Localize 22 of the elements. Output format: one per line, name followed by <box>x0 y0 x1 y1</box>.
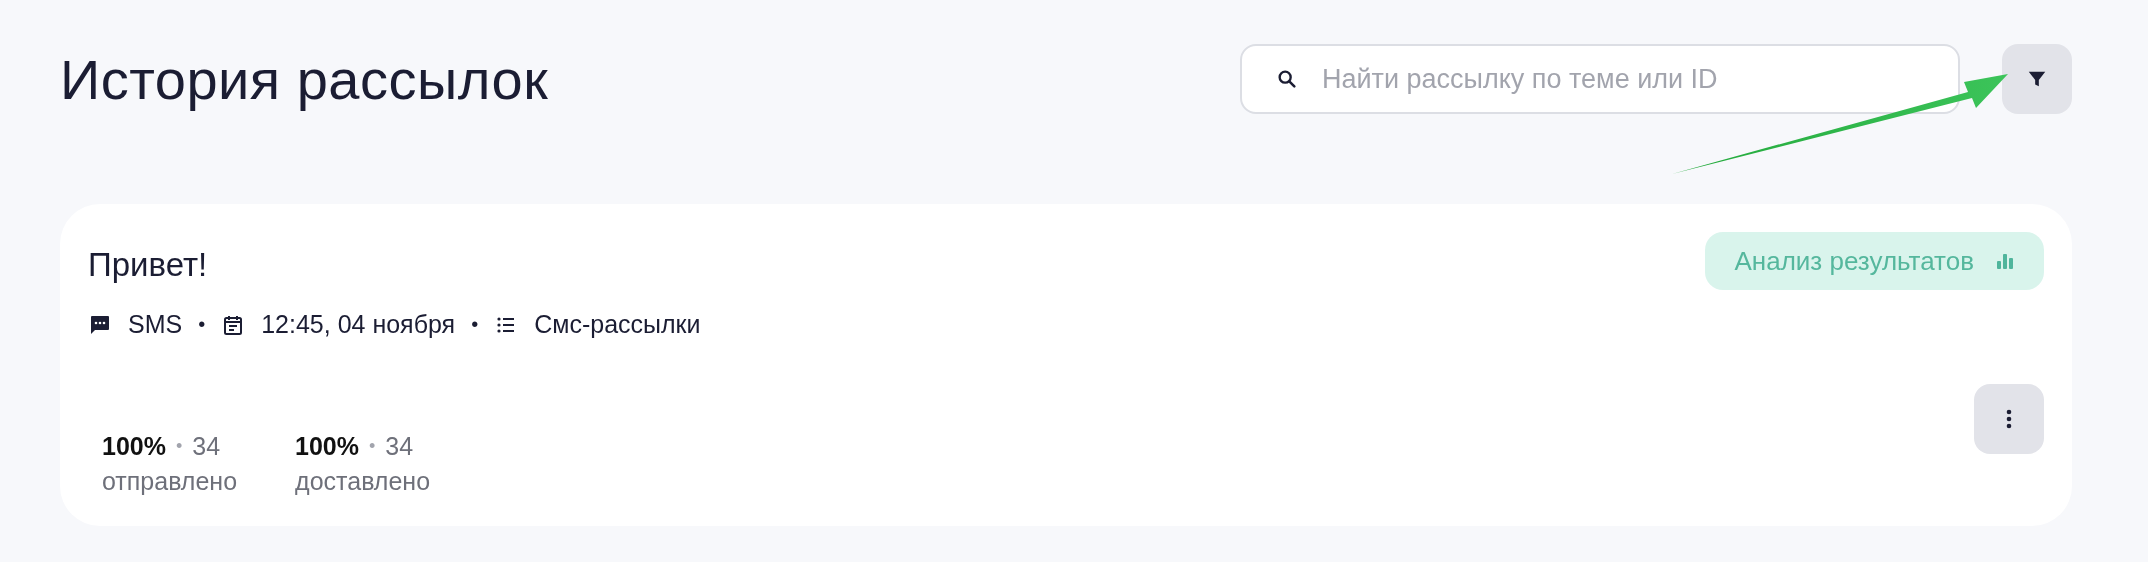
meta-text: Смс-рассылки <box>534 310 701 339</box>
stat-label: доставлено <box>295 467 431 496</box>
stat-percent: 100% <box>295 432 359 461</box>
mailing-title: Привет! <box>88 246 209 284</box>
separator-dot: • <box>175 436 183 457</box>
analyze-results-button[interactable]: Анализ результатов <box>1704 232 2044 290</box>
stat-count: 34 <box>192 432 221 461</box>
separator-dot: • <box>369 436 376 457</box>
meta-text: SMS <box>128 310 183 339</box>
page-title: История рассылок <box>60 46 549 112</box>
search-input[interactable]: Найти рассылку по теме или ID <box>1320 62 1934 96</box>
stat-label: отправлено <box>102 467 238 496</box>
filter-button[interactable] <box>2002 44 2072 114</box>
search-icon <box>1276 68 1298 90</box>
bar-chart-icon <box>1996 252 2014 270</box>
separator-dot: • <box>198 313 206 336</box>
meta-text: 12:45, 04 ноября <box>261 310 456 339</box>
more-icon <box>2006 409 2012 429</box>
separator-dot: • <box>471 313 479 336</box>
search-field[interactable]: Найти рассылку по теме или ID <box>1240 44 1960 114</box>
stat-count: 34 <box>385 432 414 461</box>
stat-percent: 100% <box>102 432 166 461</box>
